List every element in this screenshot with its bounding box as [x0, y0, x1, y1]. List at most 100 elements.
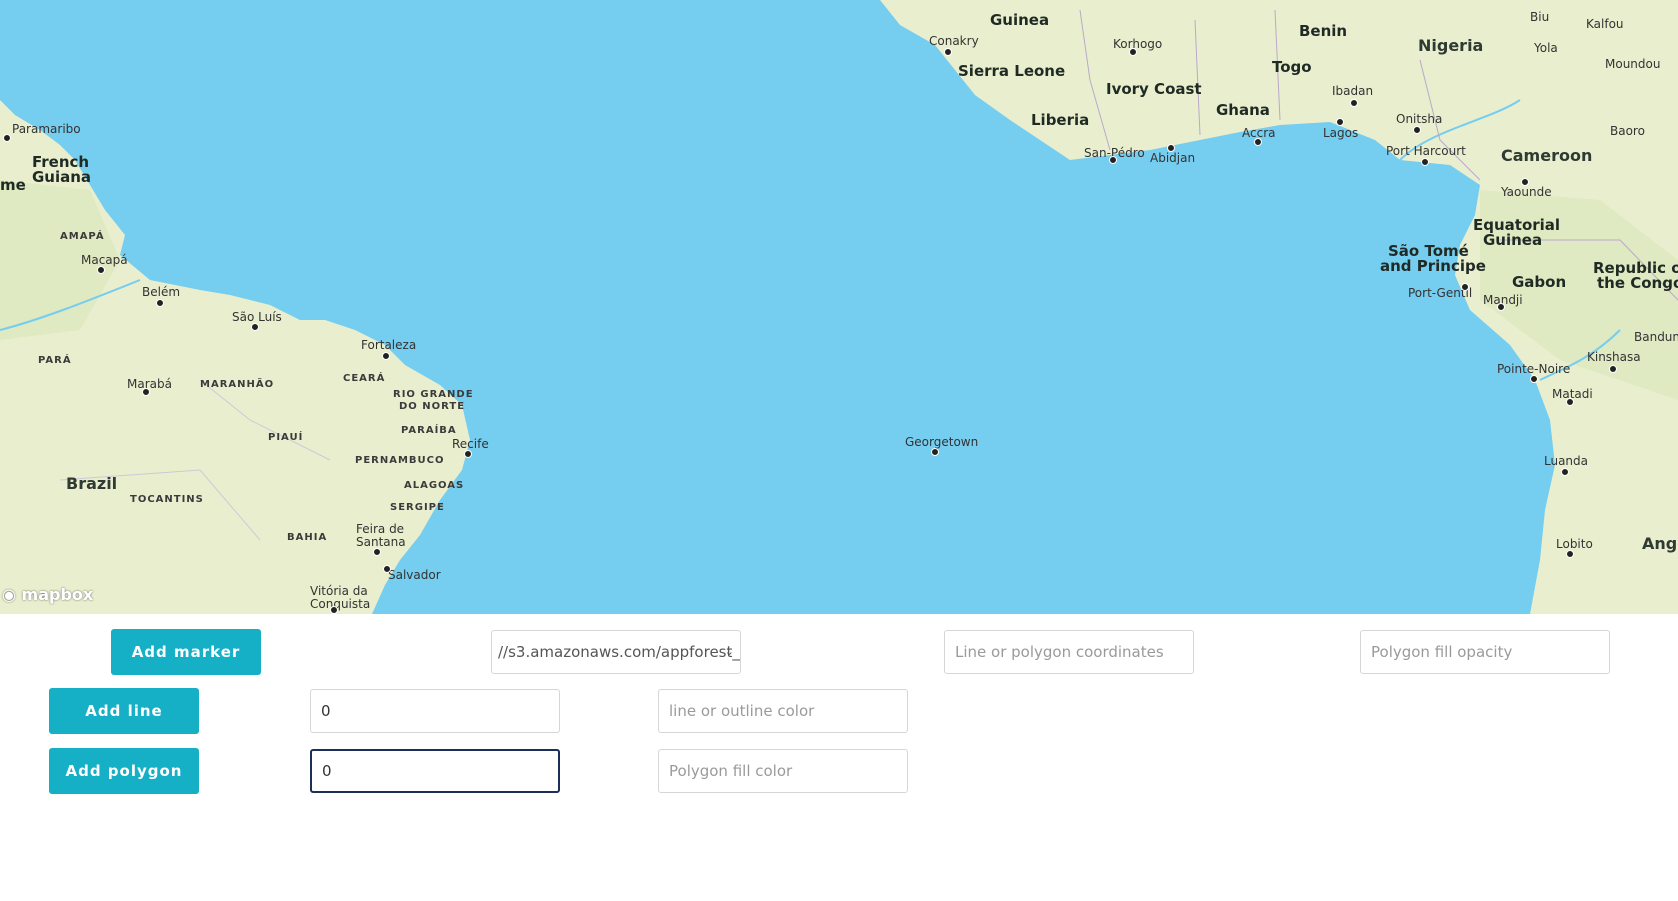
map-label: Liberia: [1031, 111, 1090, 129]
coordinates-input[interactable]: [944, 630, 1194, 674]
map-label: AMAPÁ: [60, 231, 105, 242]
map-label: Biu: [1530, 10, 1550, 24]
map-label: the Congo: [1597, 274, 1678, 292]
map-label: Conakry: [929, 34, 979, 48]
map-label: BAHIA: [287, 532, 328, 543]
map-label: Kalfou: [1586, 17, 1624, 31]
map-label: Guinea: [990, 11, 1050, 29]
map-label: Fortaleza: [361, 338, 417, 352]
map-label: Conquista: [310, 597, 371, 611]
city-dot: [330, 606, 338, 614]
map-label: Ivory Coast: [1106, 80, 1202, 98]
city-dot: [931, 448, 939, 456]
city-dot: [1530, 375, 1538, 383]
map-label: Yaounde: [1501, 185, 1552, 199]
map-label: Korhogo: [1113, 37, 1163, 51]
map-label: Togo: [1272, 58, 1312, 76]
mapbox-logo[interactable]: ◉ mapbox: [2, 585, 93, 604]
map-label: Nigeria: [1418, 36, 1484, 55]
line-color-input[interactable]: [658, 689, 908, 733]
map-canvas[interactable]: Guinea Conakry Sierra Leone Korhogo Ivory Co…: [0, 0, 1678, 614]
city-dot: [3, 134, 11, 142]
map-label: PERNAMBUCO: [355, 455, 445, 466]
map-label: Kinshasa: [1587, 350, 1641, 364]
city-dot: [1109, 156, 1117, 164]
map-label: Marabá: [127, 377, 172, 391]
map-label: Macapá: [81, 253, 128, 267]
map-label: Port Harcourt: [1386, 144, 1466, 158]
map-label: Bandundi: [1634, 330, 1678, 344]
map-label: Abidjan: [1150, 151, 1196, 165]
map-label: PARÁ: [38, 355, 72, 366]
line-width-input[interactable]: [310, 689, 560, 733]
map-label: Brazil: [66, 474, 118, 493]
map-label: Lobito: [1556, 537, 1593, 551]
map-label: Yola: [1534, 41, 1558, 55]
map-label: Gabon: [1512, 273, 1567, 291]
map-label: Pointe-Noire: [1497, 362, 1571, 376]
city-dot: [1461, 283, 1469, 291]
map-terrain: [0, 0, 1678, 614]
map-label: TOCANTINS: [130, 494, 204, 505]
map-label: Guinea: [1483, 231, 1543, 249]
marker-icon-select[interactable]: //s3.amazonaws.com/appforest_ ⌄: [491, 630, 741, 674]
city-dot: [1254, 138, 1262, 146]
map-label: Onitsha: [1396, 112, 1443, 126]
city-dot: [1609, 365, 1617, 373]
city-dot: [156, 299, 164, 307]
map-label: RIO GRANDE: [393, 389, 474, 400]
city-dot: [1421, 158, 1429, 166]
map-label: ALAGOAS: [404, 480, 465, 491]
map-label: Belém: [142, 285, 181, 299]
city-dot: [1521, 178, 1529, 186]
map-label: Moundou: [1605, 57, 1661, 71]
map-label: Sierra Leone: [958, 62, 1066, 80]
city-dot: [464, 450, 472, 458]
map-label: Benin: [1299, 22, 1348, 40]
map-label: PARAÍBA: [401, 425, 457, 436]
add-polygon-button[interactable]: Add polygon: [49, 748, 199, 794]
map-label: Salvador: [388, 568, 441, 582]
city-dot: [373, 548, 381, 556]
city-dot: [1129, 48, 1137, 56]
polygon-opacity-input[interactable]: [1360, 630, 1610, 674]
polygon-width-input[interactable]: [310, 749, 560, 793]
map-label: Guiana: [32, 168, 92, 186]
city-dot: [944, 48, 952, 56]
city-dot: [1566, 550, 1574, 558]
city-dot: [1350, 99, 1358, 107]
city-dot: [1561, 468, 1569, 476]
polygon-fill-color-input[interactable]: [658, 749, 908, 793]
city-dot: [1413, 126, 1421, 134]
city-dot: [382, 352, 390, 360]
map-label: Santana: [356, 535, 406, 549]
add-line-button[interactable]: Add line: [49, 688, 199, 734]
map-label: and Principe: [1380, 257, 1486, 275]
map-label: CEARÁ: [343, 373, 386, 384]
map-label: me: [0, 176, 26, 194]
map-label: Ibadan: [1332, 84, 1374, 98]
map-label: Baoro: [1610, 124, 1645, 138]
city-dot: [1497, 303, 1505, 311]
map-label: Ghana: [1216, 101, 1270, 119]
map-label: Recife: [452, 437, 489, 451]
map-label: Georgetown: [905, 435, 979, 449]
map-label: DO NORTE: [399, 401, 466, 412]
map-label: Luanda: [1544, 454, 1589, 468]
city-dot: [1167, 144, 1175, 152]
map-label: PIAUÍ: [268, 432, 304, 443]
map-label: Cameroon: [1501, 146, 1593, 165]
city-dot: [142, 388, 150, 396]
city-dot: [97, 266, 105, 274]
mapbox-logo-icon: ◉: [2, 585, 16, 604]
map-label: São Luís: [232, 310, 282, 324]
add-marker-button[interactable]: Add marker: [111, 629, 261, 675]
city-dot: [251, 323, 259, 331]
city-dot: [1566, 398, 1574, 406]
map-label: Lagos: [1323, 126, 1359, 140]
map-label: Feira de: [356, 522, 405, 536]
city-dot: [383, 565, 391, 573]
map-label: Ango: [1642, 534, 1678, 553]
map-label: Vitória da: [310, 584, 368, 598]
city-dot: [1336, 118, 1344, 126]
